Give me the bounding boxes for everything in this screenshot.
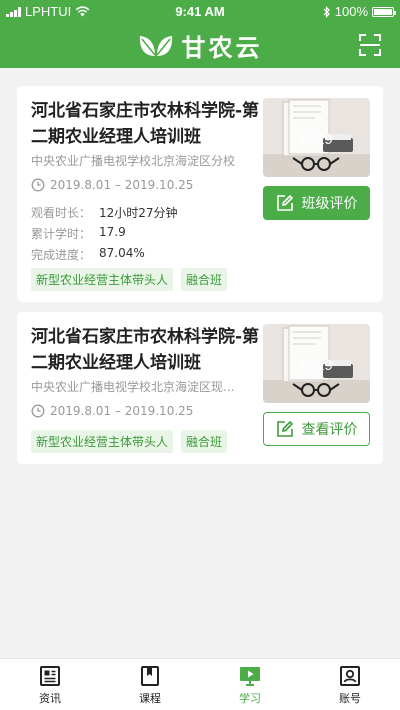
battery-percent: 100%: [334, 4, 368, 19]
course-dates: 2019.8.01 – 2019.10.25: [31, 404, 193, 418]
tab-courses-label: 课程: [139, 692, 161, 705]
edit-icon: [276, 194, 293, 211]
course-dates: 2019.8.01 – 2019.10.25: [31, 178, 193, 192]
class-evaluation-button[interactable]: 班级评价: [263, 186, 370, 220]
app-header: LPHTUI 9:41 AM 100% 甘农云: [0, 0, 400, 68]
app-title: 甘农云: [181, 33, 263, 62]
clock-icon: [31, 404, 45, 418]
course-school: 中央农业广播电视学校北京海淀区现...: [31, 380, 235, 394]
status-right: 100%: [323, 4, 396, 19]
book-icon: [141, 666, 159, 686]
course-thumbnail[interactable]: 2019: [263, 324, 370, 403]
tag-class-type: 融合班: [181, 430, 228, 453]
tab-news-label: 资讯: [39, 692, 61, 705]
progress-row: 完成进度： 87.04%: [31, 246, 145, 263]
tab-study-label: 学习: [239, 692, 261, 705]
date-range: 2019.8.01 – 2019.10.25: [50, 404, 194, 418]
tab-news[interactable]: 资讯: [0, 659, 100, 710]
tag-category: 新型农业经营主体带头人: [31, 430, 174, 453]
bluetooth-icon: [323, 5, 330, 18]
course-thumbnail-art: 2019: [263, 98, 370, 177]
news-icon: [40, 666, 60, 686]
play-screen-icon: [240, 667, 260, 686]
course-card[interactable]: 河北省石家庄市农林科学院-第二期农业经理人培训班 中央农业广播电视学校北京海淀区…: [17, 86, 383, 302]
view-evaluation-button[interactable]: 查看评价: [263, 412, 370, 446]
view-evaluation-label: 查看评价: [301, 422, 358, 438]
status-bar: LPHTUI 9:41 AM 100%: [0, 0, 400, 24]
edit-icon: [276, 420, 293, 437]
course-school: 中央农业广播电视学校北京海淀区分校: [31, 154, 236, 168]
tab-courses[interactable]: 课程: [100, 659, 200, 710]
class-evaluation-label: 班级评价: [301, 196, 358, 212]
tag-class-type: 融合班: [181, 268, 228, 291]
leaf-logo-icon: [139, 36, 172, 56]
course-card[interactable]: 河北省石家庄市农林科学院-第二期农业经理人培训班 中央农业广播电视学校北京海淀区…: [17, 312, 383, 464]
date-range: 2019.8.01 – 2019.10.25: [50, 178, 194, 192]
brand: 甘农云: [0, 28, 400, 62]
course-title: 河北省石家庄市农林科学院-第二期农业经理人培训班: [31, 101, 260, 147]
scan-icon[interactable]: [358, 33, 382, 57]
watch-time-label: 观看时长：: [31, 206, 92, 220]
watch-time-row: 观看时长： 12小时27分钟: [31, 204, 178, 221]
credits-row: 累计学时： 17.9: [31, 225, 126, 242]
thumb-year: 2019: [299, 357, 332, 374]
account-icon: [340, 666, 360, 686]
progress-label: 完成进度：: [31, 248, 92, 262]
tag-category: 新型农业经营主体带头人: [31, 268, 174, 291]
course-thumbnail[interactable]: 2019: [263, 98, 370, 177]
battery-icon: [372, 6, 396, 17]
tab-account[interactable]: 账号: [300, 659, 400, 710]
credits-value: 17.9: [99, 225, 126, 239]
course-tags: 新型农业经营主体带头人 融合班: [31, 430, 228, 453]
progress-value: 87.04%: [99, 246, 145, 260]
tab-study[interactable]: 学习: [200, 659, 300, 710]
course-title: 河北省石家庄市农林科学院-第二期农业经理人培训班: [31, 327, 260, 373]
credits-label: 累计学时：: [31, 227, 92, 241]
thumb-year: 2019: [299, 131, 332, 148]
clock-icon: [31, 178, 45, 192]
tab-account-label: 账号: [339, 692, 361, 705]
course-thumbnail-art: 2019: [263, 324, 370, 403]
course-tags: 新型农业经营主体带头人 融合班: [31, 268, 228, 291]
bottom-tab-bar: 资讯 课程 学习 账号: [0, 658, 400, 710]
watch-time-value: 12小时27分钟: [99, 206, 178, 220]
